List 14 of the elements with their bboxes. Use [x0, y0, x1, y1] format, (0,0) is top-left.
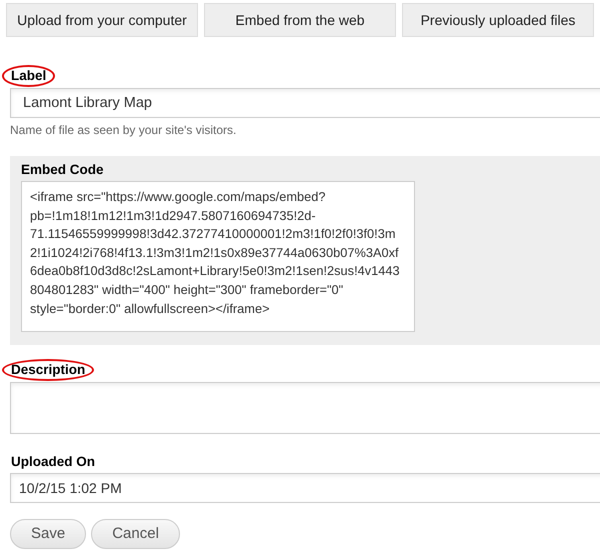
description-textarea[interactable] — [10, 382, 600, 434]
label-input[interactable]: Lamont Library Map — [10, 88, 600, 118]
tab[interactable]: Embed from the web — [204, 3, 396, 37]
tab[interactable]: Previously uploaded files — [402, 3, 594, 37]
date-input[interactable]: 10/2/15 1:02 PM — [10, 473, 600, 503]
embed-code-textarea[interactable]: <iframe src="https://www.google.com/maps/embed?pb=!1m18!1m12!1m3!1d2947.5807160694735!2d-71.11546559999998!3d42.37277410000001!2m3!1f0!2f0!3f0!3m2!1i1024!2i768!4f13.1!3m3!1m2!1s0x89e37744a0630b07%3A0xf6dea0b8f10d3d8c!2sLamont+Library!5e0!3m2!1sen!2sus!4v1443804801283" width="400" height="300" frameborder="0" style="border:0" allowfullscreen></iframe> — [21, 181, 415, 332]
form-button[interactable]: Cancel — [91, 519, 180, 549]
field-label: Label — [11, 68, 46, 84]
field-label: Description — [11, 362, 86, 378]
form-button[interactable]: Save — [10, 519, 86, 549]
tab[interactable]: Upload from your computer — [6, 3, 198, 37]
field-label: Embed Code — [21, 162, 105, 178]
field-hint: Name of file as seen by your site's visitors. — [10, 123, 238, 137]
field-label: Uploaded On — [11, 454, 96, 470]
